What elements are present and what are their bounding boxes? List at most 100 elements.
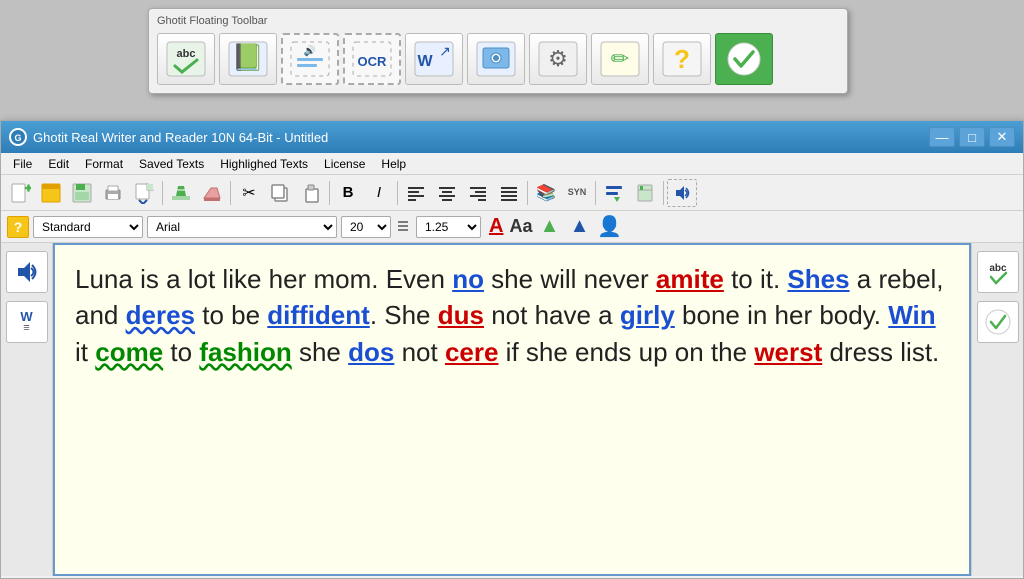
menu-license[interactable]: License bbox=[316, 155, 373, 173]
sep1 bbox=[162, 181, 163, 205]
menu-saved-texts[interactable]: Saved Texts bbox=[131, 155, 212, 173]
sep4 bbox=[397, 181, 398, 205]
svg-text:OCR: OCR bbox=[358, 54, 388, 69]
menu-help[interactable]: Help bbox=[373, 155, 414, 173]
spacing-select[interactable]: 1.25 bbox=[416, 216, 481, 238]
align-justify-btn[interactable] bbox=[494, 179, 524, 207]
menu-edit[interactable]: Edit bbox=[40, 155, 77, 173]
print-icon bbox=[102, 182, 124, 204]
abc-check-icon: abc bbox=[983, 257, 1013, 287]
style-select[interactable]: Standard bbox=[33, 216, 143, 238]
dictionary-icon bbox=[635, 183, 655, 203]
editor-area[interactable]: Luna is a lot like her mom. Even no she … bbox=[53, 243, 971, 576]
font-size-color-btn[interactable]: Aa bbox=[509, 216, 532, 237]
menu-format[interactable]: Format bbox=[77, 155, 131, 173]
save-btn[interactable] bbox=[67, 179, 97, 207]
thesaurus-btn[interactable]: 📚 bbox=[531, 179, 561, 207]
menu-file[interactable]: File bbox=[5, 155, 40, 173]
help-format-btn[interactable]: ? bbox=[7, 216, 29, 238]
help-ft-btn[interactable]: ? bbox=[653, 33, 711, 85]
speak-sidebar-btn[interactable] bbox=[6, 251, 48, 293]
user-btn[interactable]: 👤 bbox=[596, 214, 622, 240]
new-btn[interactable] bbox=[5, 179, 35, 207]
bold-btn[interactable]: B bbox=[333, 179, 363, 207]
abc-right-btn[interactable]: abc bbox=[977, 251, 1019, 293]
speak-icon bbox=[672, 183, 692, 203]
sep2 bbox=[230, 181, 231, 205]
word-dus[interactable]: dus bbox=[438, 300, 484, 330]
screenshot-btn[interactable] bbox=[467, 33, 525, 85]
word-amite[interactable]: amite bbox=[656, 264, 724, 294]
format-bar: ? Standard Arial 20 1.25 A Aa ▲ ▲ 👤 bbox=[1, 211, 1023, 243]
copy-icon bbox=[270, 183, 290, 203]
speak-selection-btn[interactable]: 🔊 bbox=[281, 33, 339, 85]
font-select[interactable]: Arial bbox=[147, 216, 337, 238]
main-window: G Ghotit Real Writer and Reader 10N 64-B… bbox=[0, 120, 1024, 579]
edit-icon: ✏ bbox=[599, 40, 641, 78]
text-color-btn[interactable]: A bbox=[489, 215, 503, 238]
floating-toolbar-buttons: abc 📗 🔊 OCR bbox=[157, 33, 839, 85]
word-predict-sidebar-btn[interactable]: W ≡ bbox=[6, 301, 48, 343]
paste-btn[interactable] bbox=[296, 179, 326, 207]
word-win[interactable]: Win bbox=[888, 300, 935, 330]
svg-text:📗: 📗 bbox=[232, 42, 264, 72]
minimize-btn[interactable]: — bbox=[929, 127, 955, 147]
sticky-btn[interactable] bbox=[36, 179, 66, 207]
word-shes[interactable]: Shes bbox=[787, 264, 849, 294]
size-select[interactable]: 20 bbox=[341, 216, 391, 238]
align-center-btn[interactable] bbox=[432, 179, 462, 207]
ocr-btn[interactable]: OCR bbox=[343, 33, 401, 85]
align-center-icon bbox=[438, 185, 456, 201]
sep5 bbox=[527, 181, 528, 205]
spell-check-btn[interactable]: abc bbox=[157, 33, 215, 85]
svg-text:G: G bbox=[14, 133, 21, 143]
export-icon bbox=[133, 182, 155, 204]
main-toolbar: ✂ B I bbox=[1, 175, 1023, 211]
word-fashion[interactable]: fashion bbox=[199, 337, 291, 367]
svg-text:🔊: 🔊 bbox=[304, 44, 316, 57]
word-come[interactable]: come bbox=[95, 337, 163, 367]
google-drive-btn[interactable]: ▲ bbox=[536, 214, 562, 240]
check-ft-btn[interactable] bbox=[715, 33, 773, 85]
syn-btn[interactable]: SYN bbox=[562, 179, 592, 207]
italic-btn[interactable]: I bbox=[364, 179, 394, 207]
help-icon: ? bbox=[661, 40, 703, 78]
align-right-btn[interactable] bbox=[463, 179, 493, 207]
word-diffident[interactable]: diffident bbox=[267, 300, 370, 330]
menu-highlighted-texts[interactable]: Highlighed Texts bbox=[212, 155, 316, 173]
menu-bar: File Edit Format Saved Texts Highlighed … bbox=[1, 153, 1023, 175]
floating-toolbar: Ghotit Floating Toolbar abc 📗 🔊 bbox=[148, 8, 848, 94]
check-active-icon bbox=[723, 40, 765, 78]
highlight-btn[interactable] bbox=[166, 179, 196, 207]
close-btn[interactable]: ✕ bbox=[989, 127, 1015, 147]
eraser-btn[interactable] bbox=[197, 179, 227, 207]
copy-btn[interactable] bbox=[265, 179, 295, 207]
word-werst[interactable]: werst bbox=[754, 337, 822, 367]
settings-btn[interactable]: ⚙ bbox=[529, 33, 587, 85]
cut-btn[interactable]: ✂ bbox=[234, 179, 264, 207]
google-drive-up-btn[interactable]: ▲ bbox=[566, 214, 592, 240]
approve-right-btn[interactable] bbox=[977, 301, 1019, 343]
app-logo-icon: G bbox=[10, 129, 26, 145]
word-dos[interactable]: dos bbox=[348, 337, 394, 367]
sticky-icon bbox=[40, 182, 62, 204]
read-btn[interactable]: 📗 bbox=[219, 33, 277, 85]
word-no[interactable]: no bbox=[452, 264, 484, 294]
word-cere[interactable]: cere bbox=[445, 337, 499, 367]
export-btn[interactable] bbox=[129, 179, 159, 207]
ocr-icon: OCR bbox=[351, 40, 393, 78]
maximize-btn[interactable]: □ bbox=[959, 127, 985, 147]
word-girly[interactable]: girly bbox=[620, 300, 675, 330]
dictionary-btn[interactable] bbox=[630, 179, 660, 207]
edit-ft-btn[interactable]: ✏ bbox=[591, 33, 649, 85]
spell-check-icon: abc bbox=[165, 40, 207, 78]
align-right-icon bbox=[469, 185, 487, 201]
open-word-icon: W ↗ bbox=[413, 40, 455, 78]
speak-toolbar-btn[interactable] bbox=[667, 179, 697, 207]
predict-down-btn[interactable] bbox=[599, 179, 629, 207]
align-left-btn[interactable] bbox=[401, 179, 431, 207]
highlight-icon bbox=[170, 182, 192, 204]
word-deres[interactable]: deres bbox=[126, 300, 195, 330]
print-btn[interactable] bbox=[98, 179, 128, 207]
open-word-btn[interactable]: W ↗ bbox=[405, 33, 463, 85]
